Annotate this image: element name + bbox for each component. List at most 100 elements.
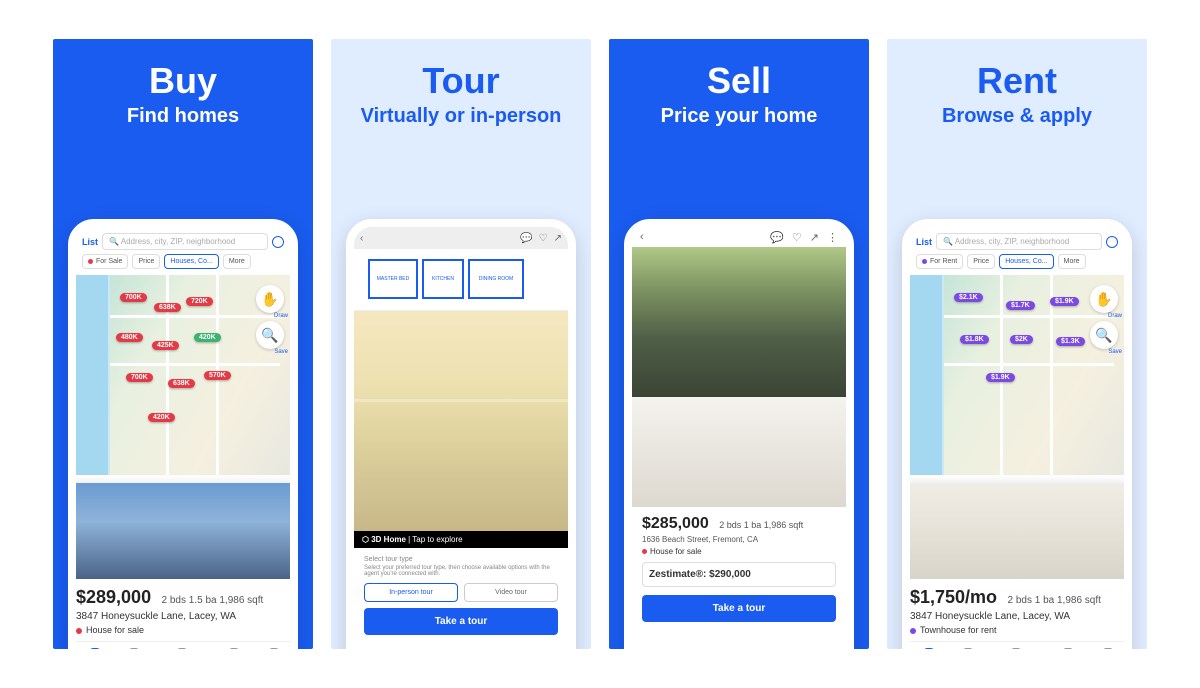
back-icon[interactable]: ‹ [640,231,644,243]
save-button[interactable]: 🔍 [1090,321,1118,349]
listing-stats: 2 bds 1 ba 1,986 sqft [1008,595,1101,606]
chat-icon[interactable]: 💬 [520,233,532,244]
chip-more[interactable]: More [1058,254,1086,269]
map-pin[interactable]: 420K [148,413,175,422]
save-button[interactable]: 🔍 [256,321,284,349]
listing-status: Townhouse for rent [910,625,1124,635]
map-pin[interactable]: 420K [194,333,221,342]
search-input[interactable]: 🔍 Address, city, ZIP, neighborhood [936,233,1102,250]
listing-photo [902,483,1132,579]
chat-icon[interactable]: 💬 [770,231,784,244]
search-bar: List 🔍 Address, city, ZIP, neighborhood [910,227,1124,254]
subtitle-rent: Browse & apply [942,105,1092,128]
floorplan[interactable]: MASTER BED KITCHEN DINING ROOM [354,249,568,311]
take-tour-button[interactable]: Take a tour [642,595,836,622]
nav-more[interactable]: More [1101,648,1115,649]
listing-stats: 2 bds 1.5 ba 1,986 sqft [162,595,264,606]
nav-search[interactable]: Search [85,648,104,649]
share-icon[interactable]: ↗ [554,233,562,244]
tour-topbar: ‹ 💬 ♡ ↗ [354,227,568,249]
more-icon[interactable]: ⋮ [827,231,838,244]
map-pin[interactable]: 480K [116,333,143,342]
map-pin[interactable]: 638K [154,303,181,312]
listing-card[interactable]: $289,000 2 bds 1.5 ba 1,986 sqft 3847 Ho… [68,483,298,645]
nav-updates[interactable]: Updates [122,648,144,649]
map-pin[interactable]: $1.9K [1050,297,1079,306]
title-rent: Rent [942,63,1092,99]
map-pin[interactable]: $1.7K [1006,301,1035,310]
headline-tour: Tour Virtually or in-person [361,39,562,128]
listing-photo [68,483,298,579]
map-pin[interactable]: $2K [1010,335,1033,344]
map-pin[interactable]: $1.3K [1056,337,1085,346]
draw-button[interactable]: ✋ [256,285,284,313]
chip-for-sale[interactable]: For Sale [82,254,128,269]
nav-search[interactable]: Search [919,648,938,649]
video-tour-button[interactable]: Video tour [464,583,558,602]
list-link[interactable]: List [916,237,932,247]
map-pin[interactable]: $1.8K [960,335,989,344]
listing-card[interactable]: $1,750/mo 2 bds 1 ba 1,986 sqft 3847 Hon… [902,483,1132,645]
sell-photo-interior[interactable] [632,397,846,507]
listing-status: House for sale [76,625,290,635]
phone-sell: ‹ 💬 ♡ ↗ ⋮ $285,000 2 bds 1 ba 1,986 sqft… [624,219,854,649]
map-pin[interactable]: 638K [168,379,195,388]
list-link[interactable]: List [82,237,98,247]
phone-rent: List 🔍 Address, city, ZIP, neighborhood … [902,219,1132,649]
headline-buy: Buy Find homes [127,39,239,128]
map-view[interactable]: 700K 638K 720K 480K 425K 420K 700K 638K … [76,275,290,475]
zestimate: Zestimate®: $290,000 [642,562,836,587]
chip-houses[interactable]: Houses, Co... [164,254,218,269]
nav-more[interactable]: More [267,648,281,649]
title-tour: Tour [361,63,562,99]
title-buy: Buy [127,63,239,99]
location-icon[interactable] [272,236,284,248]
map-pin[interactable]: $2.1K [954,293,983,302]
nav-saved[interactable]: Saved Homes [997,648,1035,649]
filter-row: For Sale Price Houses, Co... More [76,254,290,275]
three-d-banner[interactable]: ⬡ 3D Home | Tap to explore [354,531,568,548]
nav-updates[interactable]: Updates [956,648,978,649]
map-pin[interactable]: 720K [186,297,213,306]
map-pin[interactable]: 700K [126,373,153,382]
sell-photo-exterior[interactable] [632,247,846,397]
phone-buy: List 🔍 Address, city, ZIP, neighborhood … [68,219,298,649]
subtitle-buy: Find homes [127,105,239,128]
title-sell: Sell [661,63,818,99]
panel-sell: Sell Price your home ‹ 💬 ♡ ↗ ⋮ $285,000 … [609,39,869,649]
search-input[interactable]: 🔍 Address, city, ZIP, neighborhood [102,233,268,250]
share-icon[interactable]: ↗ [810,231,819,244]
location-icon[interactable] [1106,236,1118,248]
sell-price: $285,000 [642,515,709,533]
map-pin[interactable]: 570K [204,371,231,380]
tour-photo[interactable] [354,311,568,531]
chip-price[interactable]: Price [967,254,995,269]
sell-address: 1636 Beach Street, Fremont, CA [642,535,836,544]
chip-more[interactable]: More [223,254,251,269]
sell-topbar: ‹ 💬 ♡ ↗ ⋮ [632,227,846,247]
draw-button[interactable]: ✋ [1090,285,1118,313]
nav-saved[interactable]: Saved Homes [163,648,201,649]
search-bar: List 🔍 Address, city, ZIP, neighborhood [76,227,290,254]
subtitle-tour: Virtually or in-person [361,105,562,128]
heart-icon[interactable]: ♡ [539,233,548,244]
map-pin[interactable]: 425K [152,341,179,350]
chip-for-rent[interactable]: For Rent [916,254,963,269]
back-icon[interactable]: ‹ [360,233,363,244]
nav-your-home[interactable]: Your Home [219,648,249,649]
nav-your-home[interactable]: Your Home [1053,648,1083,649]
in-person-tour-button[interactable]: In-person tour [364,583,458,602]
headline-rent: Rent Browse & apply [942,39,1092,128]
phone-tour: ‹ 💬 ♡ ↗ MASTER BED KITCHEN DINING ROOM ⬡… [346,219,576,649]
map-pin[interactable]: 700K [120,293,147,302]
map-pin[interactable]: $1.9K [986,373,1015,382]
panel-buy: Buy Find homes List 🔍 Address, city, ZIP… [53,39,313,649]
heart-icon[interactable]: ♡ [792,231,802,244]
take-tour-button[interactable]: Take a tour [364,608,558,635]
subtitle-sell: Price your home [661,105,818,128]
listing-address: 3847 Honeysuckle Lane, Lacey, WA [76,611,290,622]
chip-price[interactable]: Price [132,254,160,269]
map-view[interactable]: $2.1K $1.7K $1.9K $1.8K $2K $1.3K $1.9K … [910,275,1124,475]
filter-row: For Rent Price Houses, Co... More [910,254,1124,275]
chip-houses[interactable]: Houses, Co... [999,254,1053,269]
